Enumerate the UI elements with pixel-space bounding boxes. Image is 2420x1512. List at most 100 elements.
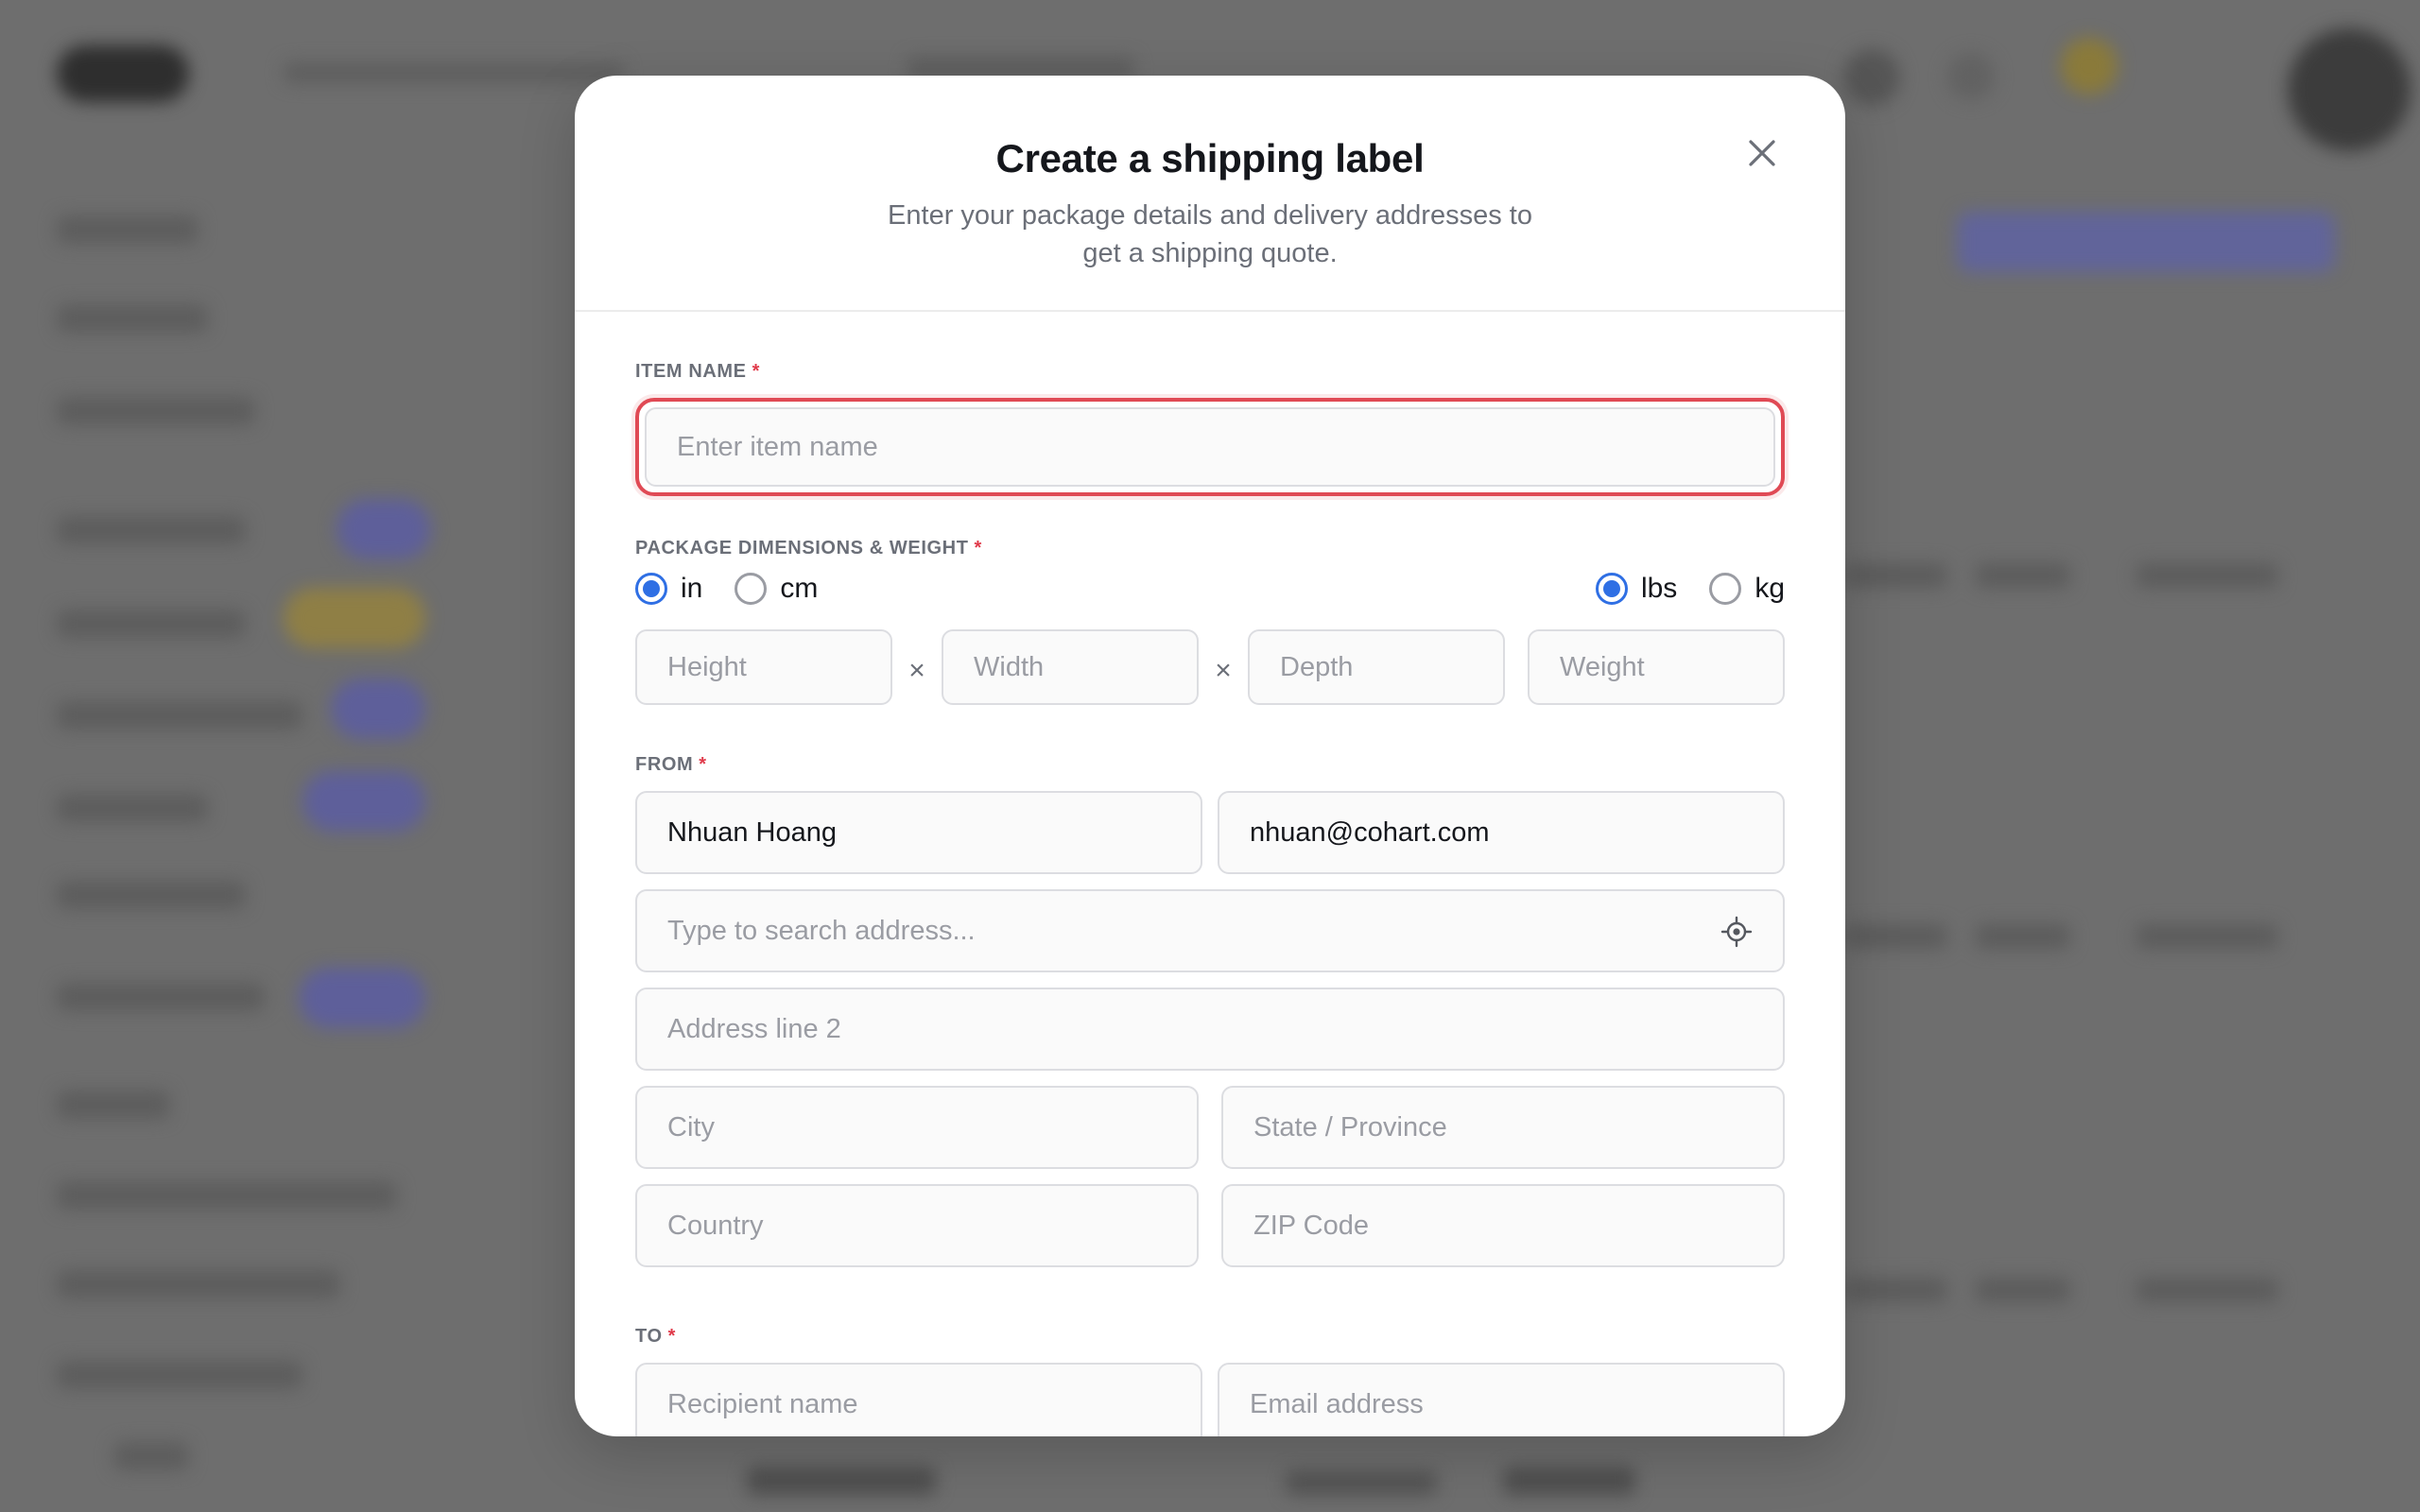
dimensions-section: PACKAGE DIMENSIONS & WEIGHT * in cm lbs …	[635, 538, 1785, 705]
sender-city-input[interactable]: City	[635, 1086, 1199, 1169]
table-cell	[2136, 1278, 2278, 1302]
unit-label: kg	[1754, 573, 1785, 604]
modal-title: Create a shipping label	[995, 136, 1425, 180]
unit-label: in	[681, 573, 703, 604]
unit-label: lbs	[1640, 573, 1678, 604]
dimensions-label-text: PACKAGE DIMENSIONS & WEIGHT	[635, 538, 969, 558]
sidebar-item	[57, 215, 199, 244]
table-cell	[1976, 563, 2070, 588]
table-cell	[1843, 1278, 1947, 1302]
unit-selectors: in cm lbs kg	[635, 573, 1785, 605]
to-label: TO *	[635, 1326, 1785, 1348]
table-cell	[2136, 563, 2278, 588]
sender-name-input[interactable]: Nhuan Hoang	[635, 791, 1202, 874]
item-name-error-outline: Enter item name	[635, 398, 1785, 496]
app-logo	[57, 45, 189, 102]
table-cell	[747, 1467, 936, 1495]
from-label: FROM *	[635, 754, 1785, 776]
to-label-text: TO	[635, 1326, 663, 1347]
sender-address-search[interactable]: Type to search address...	[635, 889, 1785, 972]
sidebar-item	[57, 516, 246, 544]
radio-selected-icon	[635, 573, 667, 605]
from-section: FROM * Nhuan Hoang nhuan@cohart.com Type…	[635, 754, 1785, 1267]
to-contact-row: Recipient name Email address	[635, 1363, 1785, 1436]
to-section: TO * Recipient name Email address	[635, 1326, 1785, 1436]
modal-header: Create a shipping label Enter your packa…	[575, 76, 1845, 312]
sender-zip-input[interactable]: ZIP Code	[1221, 1184, 1785, 1267]
sidebar-item	[57, 881, 246, 909]
dimensions-label: PACKAGE DIMENSIONS & WEIGHT *	[635, 538, 1785, 559]
weight-input[interactable]: Weight	[1528, 629, 1785, 705]
unit-radio-in[interactable]: in	[635, 573, 702, 605]
length-unit-group: in cm	[635, 573, 818, 605]
sender-email-input[interactable]: nhuan@cohart.com	[1218, 791, 1785, 874]
depth-input[interactable]: Depth	[1248, 629, 1505, 705]
sidebar-item	[57, 701, 302, 730]
modal-body: ITEM NAME * Enter item name PACKAGE DIME…	[575, 312, 1845, 1436]
sidebar-item	[57, 397, 255, 425]
table-cell	[1843, 563, 1947, 588]
sidebar-badge	[337, 499, 431, 559]
radio-selected-icon	[1595, 573, 1628, 605]
sidebar-item	[57, 304, 208, 333]
from-contact-row: Nhuan Hoang nhuan@cohart.com	[635, 791, 1785, 874]
from-label-text: FROM	[635, 754, 694, 775]
topbar-icon	[1947, 53, 1995, 100]
table-cell	[1976, 1278, 2070, 1302]
item-name-label: ITEM NAME *	[635, 361, 1785, 383]
sidebar-badge	[302, 771, 425, 832]
item-name-label-text: ITEM NAME	[635, 361, 747, 382]
sidebar-item	[113, 1442, 189, 1470]
required-mark: *	[974, 538, 982, 558]
sidebar-badge	[284, 588, 425, 648]
topbar-badge	[2061, 38, 2118, 94]
table-cell	[1286, 1470, 1437, 1495]
sidebar-item	[57, 983, 265, 1011]
height-input[interactable]: Height	[635, 629, 892, 705]
table-cell	[1976, 924, 2070, 949]
sender-country-input[interactable]: Country	[635, 1184, 1199, 1267]
from-country-zip-row: Country ZIP Code	[635, 1184, 1785, 1267]
topbar-title	[284, 62, 624, 83]
table-cell	[2136, 924, 2278, 949]
sidebar-item	[57, 1361, 302, 1389]
user-avatar	[2288, 28, 2411, 151]
sidebar-item	[57, 1091, 170, 1119]
primary-action	[1957, 212, 2335, 272]
times-symbol: ×	[908, 655, 925, 686]
table-cell	[1503, 1467, 1635, 1495]
sidebar-item	[57, 1181, 397, 1210]
unit-radio-kg[interactable]: kg	[1709, 573, 1785, 605]
weight-unit-group: lbs kg	[1595, 573, 1785, 605]
from-city-state-row: City State / Province	[635, 1086, 1785, 1169]
sidebar-item	[57, 1270, 340, 1298]
required-mark: *	[667, 1326, 677, 1347]
unit-radio-cm[interactable]: cm	[735, 573, 818, 605]
modal-subtitle: Enter your package details and delivery …	[888, 200, 1532, 268]
close-icon	[1749, 140, 1775, 166]
topbar-icon	[1843, 49, 1900, 106]
radio-unselected-icon	[735, 573, 768, 605]
unit-label: cm	[780, 573, 819, 604]
width-input[interactable]: Width	[942, 629, 1199, 705]
table-cell	[1843, 924, 1947, 949]
sidebar-item	[57, 610, 246, 638]
required-mark: *	[752, 361, 761, 382]
shipping-label-modal: Create a shipping label Enter your packa…	[575, 76, 1845, 1436]
unit-radio-lbs[interactable]: lbs	[1595, 573, 1678, 605]
sidebar-item	[57, 794, 208, 822]
required-mark: *	[699, 754, 707, 775]
sender-state-input[interactable]: State / Province	[1221, 1086, 1785, 1169]
sender-address-line2-input[interactable]: Address line 2	[635, 988, 1785, 1071]
recipient-name-input[interactable]: Recipient name	[635, 1363, 1202, 1436]
sidebar-badge	[299, 968, 425, 1028]
radio-unselected-icon	[1709, 573, 1742, 605]
close-button[interactable]	[1739, 130, 1785, 176]
sidebar-badge	[331, 679, 425, 739]
item-name-input[interactable]: Enter item name	[645, 407, 1775, 487]
times-symbol: ×	[1215, 655, 1232, 686]
dimensions-inputs: Height × Width × Depth Weight	[635, 629, 1785, 705]
recipient-email-input[interactable]: Email address	[1218, 1363, 1785, 1436]
address-search-placeholder: Type to search address...	[667, 915, 976, 946]
locate-icon[interactable]	[1720, 916, 1753, 948]
